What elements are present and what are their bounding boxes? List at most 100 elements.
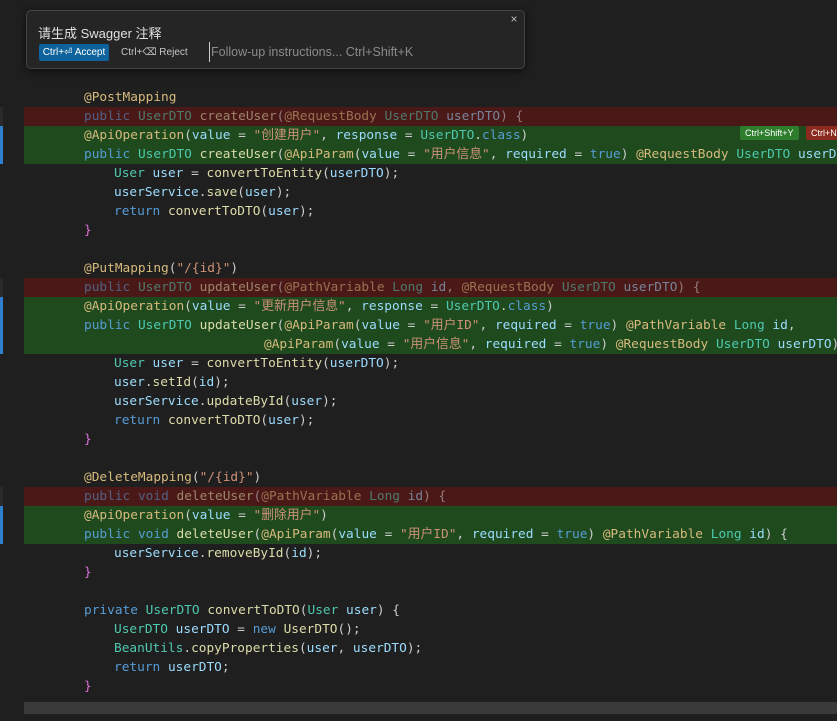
reject-hint-badge[interactable]: Ctrl+N: [806, 126, 837, 140]
accept-hint-badge[interactable]: Ctrl+Shift+Y: [740, 126, 799, 140]
code-token: user: [245, 185, 276, 200]
code-line[interactable]: @PutMapping("/{id}"): [24, 259, 837, 278]
code-token: (: [237, 185, 246, 200]
code-token: );: [406, 641, 423, 656]
code-token: "更新用户信息": [253, 299, 346, 314]
code-token: Long: [392, 280, 424, 295]
code-token: );: [214, 375, 230, 390]
inserted-code-line[interactable]: @ApiOperation(value = "更新用户信息", response…: [24, 297, 837, 316]
code-token: createUser: [199, 109, 277, 124]
code-line[interactable]: @DeleteMapping("/{id}"): [24, 468, 837, 487]
code-token: (: [191, 375, 199, 390]
accept-button[interactable]: Ctrl+⏎ Accept: [39, 44, 109, 61]
code-token: class: [507, 299, 547, 314]
inserted-code-line[interactable]: @ApiParam(value = "用户信息", required = tru…: [24, 335, 837, 354]
removed-code-line[interactable]: public UserDTO createUser(@RequestBody U…: [24, 107, 837, 126]
code-token: id: [291, 546, 307, 561]
code-token: createUser: [199, 147, 277, 162]
inserted-code-line[interactable]: public UserDTO updateUser(@ApiParam(valu…: [24, 316, 837, 335]
code-editor[interactable]: ed = true) @PathVariable Long id) {@Post…: [0, 0, 837, 721]
code-line[interactable]: userService.updateById(user);: [24, 392, 837, 411]
diff-removed-marker: [0, 107, 3, 126]
code-line[interactable]: @PostMapping: [24, 88, 837, 107]
followup-input[interactable]: Follow-up instructions... Ctrl+Shift+K: [209, 42, 511, 62]
code-token: void: [137, 527, 169, 542]
code-line[interactable]: }: [24, 430, 837, 449]
code-line[interactable]: [24, 582, 837, 601]
code-line[interactable]: User user = convertToEntity(userDTO);: [24, 164, 837, 183]
code-line[interactable]: userService.removeById(id);: [24, 544, 837, 563]
removed-code-line[interactable]: public void deleteUser(@PathVariable Lon…: [24, 487, 837, 506]
code-line[interactable]: userService.save(user);: [24, 183, 837, 202]
code-token: );: [322, 394, 338, 409]
code-token: (: [333, 337, 342, 352]
inserted-code-line[interactable]: @ApiOperation(value = "创建用户", response =…: [24, 126, 837, 145]
code-token: true: [589, 147, 621, 162]
code-line[interactable]: }: [24, 221, 837, 240]
code-token: userDTO: [797, 147, 837, 162]
code-token: id: [749, 527, 765, 542]
code-token: user: [346, 603, 377, 618]
code-line[interactable]: return convertToDTO(user);: [24, 202, 837, 221]
reject-button[interactable]: Ctrl+⌫ Reject: [121, 44, 188, 61]
code-token: UserDTO: [137, 318, 192, 333]
code-token: Long: [733, 318, 765, 333]
code-token: user: [268, 413, 299, 428]
code-token: }: [84, 223, 92, 238]
code-line[interactable]: BeanUtils.copyProperties(user, userDTO);: [24, 639, 837, 658]
code-token: convertToEntity: [206, 356, 323, 371]
code-line[interactable]: }: [24, 563, 837, 582]
removed-code-line[interactable]: public UserDTO updateUser(@PathVariable …: [24, 278, 837, 297]
code-token: userDTO: [623, 280, 678, 295]
code-token: =: [533, 527, 557, 542]
code-token: (: [191, 470, 200, 485]
code-token: UserDTO: [137, 147, 192, 162]
code-token: UserDTO: [137, 280, 192, 295]
code-token: .: [499, 299, 508, 314]
code-token: ): [600, 337, 616, 352]
code-token: class: [482, 128, 521, 143]
code-line[interactable]: user.setId(id);: [24, 373, 837, 392]
code-line[interactable]: }: [24, 677, 837, 696]
horizontal-scrollbar[interactable]: [24, 702, 837, 714]
code-token: new: [252, 622, 276, 637]
inserted-code-line[interactable]: public UserDTO createUser(@ApiParam(valu…: [24, 145, 837, 164]
code-line[interactable]: [24, 449, 837, 468]
code-token: ,: [337, 641, 353, 656]
close-icon[interactable]: ×: [508, 13, 520, 25]
code-line[interactable]: return convertToDTO(user);: [24, 411, 837, 430]
code-token: deleteUser: [176, 527, 254, 542]
code-line[interactable]: User user = convertToEntity(userDTO);: [24, 354, 837, 373]
code-token: "用户信息": [423, 147, 490, 162]
code-token: id: [198, 375, 215, 390]
code-token: =: [379, 337, 403, 352]
code-token: id: [430, 280, 447, 295]
code-token: ): [320, 508, 328, 523]
code-line[interactable]: UserDTO userDTO = new UserDTO();: [24, 620, 837, 639]
inline-chat-widget: 请生成 Swagger 注释 × Ctrl+⏎ Accept Ctrl+⌫ Re…: [26, 10, 525, 69]
code-line[interactable]: return userDTO;: [24, 658, 837, 677]
inserted-code-line[interactable]: @ApiOperation(value = "删除用户"): [24, 506, 837, 525]
code-token: removeById: [206, 546, 284, 561]
code-token: @RequestBody: [615, 337, 709, 352]
code-token: value: [361, 318, 400, 333]
chat-prompt-title: 请生成 Swagger 注释: [38, 26, 162, 41]
code-line[interactable]: [24, 240, 837, 259]
inserted-code-line[interactable]: public void deleteUser(@ApiParam(value =…: [24, 525, 837, 544]
code-token: value: [361, 147, 400, 162]
code-token: (: [298, 641, 307, 656]
code-line[interactable]: [24, 69, 837, 88]
code-line[interactable]: private UserDTO convertToDTO(User user) …: [24, 601, 837, 620]
code-token: @ApiOperation: [84, 299, 185, 314]
code-token: UserDTO: [283, 622, 338, 637]
